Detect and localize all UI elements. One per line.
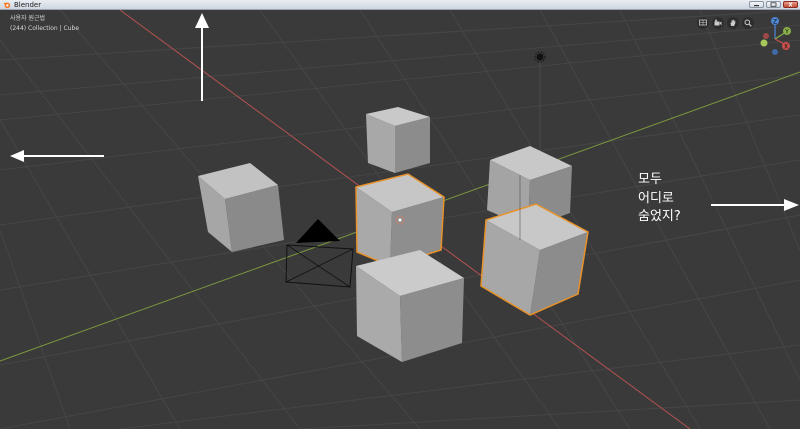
active-object-label: (244) Collection | Cube	[10, 25, 80, 32]
close-button[interactable]	[783, 1, 798, 8]
view-mode-label: 사용자 원근법	[10, 15, 46, 22]
annotation-line-2: 어디로	[638, 191, 674, 206]
close-icon	[788, 2, 793, 7]
window-title: Blender	[14, 1, 42, 9]
zoom-view-button[interactable]	[742, 17, 754, 29]
gizmo-neg-z-axis[interactable]	[772, 49, 778, 55]
gizmo-z-label: Z	[773, 18, 777, 25]
pan-view-button[interactable]	[727, 17, 739, 29]
blender-logo-icon	[3, 2, 11, 9]
cube-object-selected-center[interactable]	[355, 173, 445, 267]
view-grid-icon	[699, 19, 707, 26]
minimize-button[interactable]	[749, 1, 764, 8]
3d-viewport[interactable]: 사용자 원근법 (244) Collection | Cube Z Y X 모두…	[0, 10, 800, 429]
blender-window: Blender 사용자 원근법 (244) Collection | Cube …	[0, 0, 800, 429]
restore-icon	[770, 2, 777, 7]
gizmo-neg-y-axis[interactable]	[760, 39, 768, 47]
navigation-gizmo[interactable]: Z Y X	[756, 14, 796, 60]
annotation-line-3: 숨었지?	[638, 209, 681, 224]
title-bar: Blender	[0, 0, 800, 10]
annotation-line-1: 모두	[638, 172, 662, 187]
minimize-icon	[754, 5, 759, 7]
view-grid-button[interactable]	[697, 17, 709, 29]
gizmo-neg-x-axis[interactable]	[763, 33, 769, 39]
cube-object-top[interactable]	[366, 107, 430, 173]
gizmo-y-label: Y	[784, 28, 789, 35]
camera-view-button[interactable]	[712, 17, 724, 29]
gizmo-x-label: X	[784, 43, 788, 50]
camera-icon	[714, 19, 722, 26]
zoom-icon	[744, 19, 752, 27]
hand-icon	[730, 19, 736, 26]
maximize-button[interactable]	[766, 1, 781, 8]
